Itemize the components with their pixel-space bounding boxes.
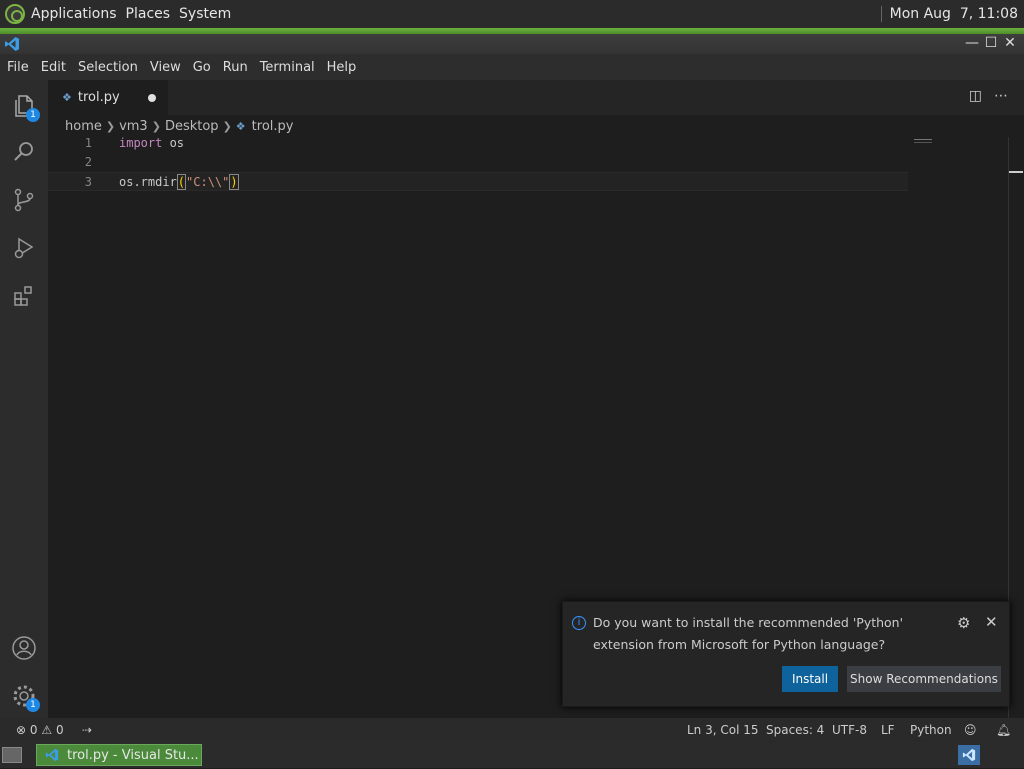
notification-settings-gear-icon[interactable]: ⚙ [957,614,970,632]
manage-badge: 1 [26,698,40,712]
warning-icon: ⚠ [41,723,53,737]
menu-go[interactable]: Go [188,60,216,75]
activity-manage[interactable]: 1 [0,672,48,720]
menu-run[interactable]: Run [218,60,253,75]
close-window-icon[interactable]: ✕ [1002,35,1018,51]
extension-recommendation-notification: i Do you want to install the recommended… [562,601,1010,707]
line-text[interactable]: os.rmdir("C:\\") [119,173,239,192]
chevron-right-icon: ❯ [151,119,161,133]
error-icon: ⊗ [16,723,27,737]
breadcrumb-desktop[interactable]: Desktop [165,119,219,134]
chevron-right-icon: ❯ [222,119,232,133]
code-token: "C:\\" [186,175,230,189]
tray-vscode-icon[interactable] [958,745,980,765]
python-file-icon: ❖ [62,91,72,104]
language-mode[interactable]: Python [910,723,952,737]
vscode-logo-icon [45,748,59,762]
code-line[interactable]: 3 os.rmdir("C:\\") [48,172,908,191]
source-control-icon [14,188,34,212]
breadcrumb-home[interactable]: home [65,119,102,134]
panel-menu-applications[interactable]: Applications [31,6,117,22]
indentation[interactable]: Spaces: 4 [766,723,824,737]
activity-bar: 1 1 [0,80,48,718]
split-editor-icon[interactable]: ◫ [969,88,982,104]
warning-count: 0 [55,723,64,737]
menu-bar: File Edit Selection View Go Run Terminal… [0,54,1024,80]
search-icon [14,142,33,161]
panel-menu-system[interactable]: System [179,6,231,22]
panel-clock[interactable]: Mon Aug 7, 11:08 [890,6,1018,22]
tab-filename: trol.py [77,90,120,105]
notification-message: Do you want to install the recommended '… [593,615,904,652]
activity-accounts[interactable] [0,624,48,672]
mint-menu-icon[interactable] [5,4,25,24]
line-text[interactable]: import os [119,134,184,153]
vscode-logo-icon [5,37,19,51]
activity-source-control[interactable] [0,176,48,224]
editor-scrollbar[interactable] [1008,137,1023,718]
activity-explorer[interactable]: 1 [0,82,48,130]
vscode-logo-icon [962,748,976,762]
desktop-taskbar: trol.py - Visual Stu... [0,742,1024,768]
maximize-icon[interactable]: ☐ [983,35,999,51]
show-desktop-icon[interactable] [2,747,22,763]
menu-file[interactable]: File [2,60,34,75]
menu-selection[interactable]: Selection [73,60,143,75]
show-recommendations-button[interactable]: Show Recommendations [847,666,1001,692]
encoding[interactable]: UTF-8 [832,723,867,737]
menu-help[interactable]: Help [322,60,362,75]
close-icon[interactable]: ✕ [985,613,998,631]
editor-tab-trol-py[interactable]: ❖ trol.py [48,80,168,115]
extensions-icon [14,286,32,306]
panel-menu-places[interactable]: Places [126,6,171,22]
install-button[interactable]: Install [782,666,838,692]
minimap[interactable] [914,139,932,143]
run-debug-icon [14,237,34,259]
minimize-icon[interactable]: — [964,35,980,51]
code-token: ( [176,174,187,190]
cursor-position[interactable]: Ln 3, Col 15 [687,723,759,737]
python-file-icon: ❖ [235,119,246,133]
desktop-top-panel: Applications Places System Mon Aug 7, 11… [0,0,1024,28]
activity-extensions[interactable] [0,272,48,320]
problems-indicator[interactable]: ⊗ 0 ⚠ 0 [16,723,64,737]
editor-tab-bar: ❖ trol.py ◫ ⋯ [48,80,1024,115]
code-token: os [162,136,185,150]
code-line[interactable]: 2 [48,153,908,172]
more-actions-icon[interactable]: ⋯ [994,88,1008,104]
code-token: ) [229,174,239,190]
explorer-badge: 1 [26,108,40,122]
code-line[interactable]: 1 import os [48,134,908,153]
panel-separator [880,6,882,22]
chevron-right-icon: ❯ [105,119,116,133]
menu-terminal[interactable]: Terminal [255,60,320,75]
code-token: import [119,136,163,150]
error-count: 0 [29,723,38,737]
notifications-bell-icon[interactable]: 🔔︎ [996,723,1011,737]
taskbar-window-vscode[interactable]: trol.py - Visual Stu... [36,744,202,766]
breadcrumb-file[interactable]: trol.py [252,119,294,134]
taskbar-window-label: trol.py - Visual Stu... [67,747,199,763]
window-titlebar: — ☐ ✕ [0,34,1024,54]
line-number: 3 [84,175,92,189]
breadcrumb-vm3[interactable]: vm3 [119,119,148,134]
unsaved-dot-icon[interactable] [148,94,156,102]
activity-search[interactable] [0,128,48,176]
line-number: 2 [84,155,92,169]
menu-view[interactable]: View [145,60,186,75]
end-of-line[interactable]: LF [881,723,895,737]
menu-edit[interactable]: Edit [36,60,71,75]
line-number: 1 [84,136,92,150]
feedback-icon[interactable]: ☺ [964,723,977,737]
status-bar: ⊗ 0 ⚠ 0 ⇢ Ln 3, Col 15 Spaces: 4 UTF-8 L… [0,718,1024,742]
info-icon: i [572,616,586,630]
live-share-icon[interactable]: ⇢ [82,723,92,737]
activity-run-debug[interactable] [0,224,48,272]
scrollbar-thumb[interactable] [1009,171,1023,173]
code-token: os.rmdir [119,175,177,189]
account-icon [12,636,36,660]
